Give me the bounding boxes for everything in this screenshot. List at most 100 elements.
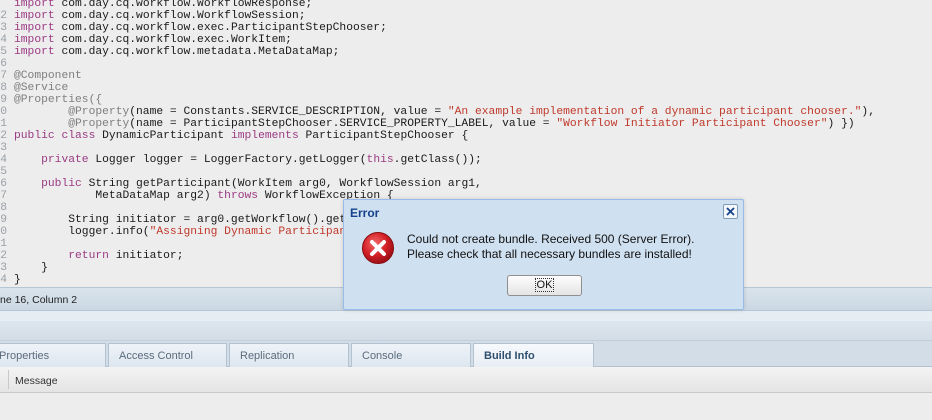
- code-line[interactable]: 0 @Property(name = Constants.SERVICE_DES…: [0, 106, 875, 118]
- code-token: implements: [230, 130, 299, 142]
- code-token: }: [14, 274, 21, 286]
- tab-label: Access Control: [119, 350, 193, 362]
- code-line[interactable]: 3 }: [0, 262, 48, 274]
- code-line[interactable]: 5: [0, 166, 7, 178]
- code-line[interactable]: 4}: [0, 274, 21, 286]
- code-text: return initiator;: [14, 250, 184, 262]
- code-line[interactable]: 4 import com.day.cq.workflow.exec.WorkIte…: [0, 34, 292, 46]
- code-text: @Property(name = Constants.SERVICE_DESCR…: [14, 106, 875, 118]
- code-token: @Service: [14, 82, 69, 94]
- code-token: this: [366, 154, 394, 166]
- line-number: 3: [0, 22, 7, 34]
- column-separator[interactable]: [8, 370, 9, 389]
- code-token: "Workflow Initiator Participant Chooser": [556, 118, 828, 130]
- code-token: DynamicParticipant: [95, 130, 231, 142]
- tab-label: Replication: [240, 350, 295, 362]
- code-line[interactable]: 6: [0, 58, 7, 70]
- tab-console[interactable]: Console: [351, 343, 471, 367]
- line-number: 2: [0, 250, 7, 262]
- code-token: return: [68, 250, 109, 262]
- line-number: 4: [0, 34, 7, 46]
- code-token: @Property: [14, 106, 130, 118]
- code-line[interactable]: 2 import com.day.cq.workflow.WorkflowSess…: [0, 10, 305, 22]
- code-text: import com.day.cq.workflow.WorkflowRespo…: [14, 0, 312, 10]
- code-token: @Properties({: [14, 94, 103, 106]
- code-line[interactable]: 9 @Properties({: [0, 94, 102, 106]
- code-line[interactable]: 3 import com.day.cq.workflow.exec.Partici…: [0, 22, 387, 34]
- code-token: com.day.cq.workflow.WorkflowResponse;: [54, 0, 313, 10]
- line-number: 3: [0, 262, 7, 274]
- code-text: private Logger logger = LoggerFactory.ge…: [14, 154, 482, 166]
- code-token: private: [41, 154, 89, 166]
- code-text: public class DynamicParticipant implemen…: [14, 130, 468, 142]
- cursor-position: ne 16, Column 2: [0, 294, 78, 306]
- code-line[interactable]: 7 @Component: [0, 70, 82, 82]
- line-number: 8: [0, 82, 7, 94]
- ok-button[interactable]: OK: [507, 275, 582, 296]
- code-line[interactable]: import com.day.cq.workflow.WorkflowRespo…: [0, 0, 312, 10]
- line-number: 2: [0, 10, 7, 22]
- code-line[interactable]: 3: [0, 142, 7, 154]
- tab-properties[interactable]: Properties: [0, 343, 106, 367]
- line-number: 6: [0, 58, 7, 70]
- panel-toolbar: [0, 321, 932, 341]
- code-token: ),: [861, 106, 875, 118]
- code-token: import: [14, 10, 55, 22]
- tab-build-info[interactable]: Build Info: [473, 343, 594, 367]
- code-token: com.day.cq.workflow.exec.ParticipantStep…: [54, 22, 387, 34]
- line-number: 4: [0, 154, 7, 166]
- code-token: com.day.cq.workflow.metadata.MetaDataMap…: [54, 46, 340, 58]
- line-number: 7: [0, 190, 7, 202]
- code-line[interactable]: 5 import com.day.cq.workflow.metadata.Met…: [0, 46, 339, 58]
- column-header-message[interactable]: Message: [15, 375, 58, 387]
- line-number: 0: [0, 106, 7, 118]
- code-token: initiator;: [108, 250, 184, 262]
- code-line[interactable]: 9 String initiator = arg0.getWorkflow().…: [0, 214, 427, 226]
- code-line[interactable]: 0 logger.info("Assigning Dynamic Partici…: [0, 226, 468, 238]
- code-token: @Property: [14, 118, 130, 130]
- code-text: import com.day.cq.workflow.exec.WorkItem…: [14, 34, 292, 46]
- line-number: 6: [0, 178, 7, 190]
- code-line[interactable]: 8 @Service: [0, 82, 68, 94]
- code-token: "An example implementation of a dynamic …: [447, 106, 862, 118]
- code-line[interactable]: 7 MetaDataMap arg2) throws WorkflowExcep…: [0, 190, 393, 202]
- code-line[interactable]: 1: [0, 238, 7, 250]
- code-line[interactable]: 6 public String getParticipant(WorkItem …: [0, 178, 482, 190]
- tab-label: Console: [362, 350, 403, 362]
- line-number: 4: [0, 274, 7, 286]
- code-token: @Component: [14, 70, 82, 82]
- close-icon[interactable]: [723, 204, 738, 219]
- code-token: import: [14, 34, 55, 46]
- code-token: MetaDataMap arg2): [14, 190, 218, 202]
- code-text: @Component: [14, 70, 82, 82]
- code-line[interactable]: 4 private Logger logger = LoggerFactory.…: [0, 154, 482, 166]
- line-number: 2: [0, 130, 7, 142]
- code-line[interactable]: 8: [0, 202, 7, 214]
- code-text: public String getParticipant(WorkItem ar…: [14, 178, 482, 190]
- code-token: ) }): [827, 118, 855, 130]
- code-token: logger.info(: [14, 226, 150, 238]
- line-number: 1: [0, 238, 7, 250]
- tab-replication[interactable]: Replication: [229, 343, 349, 367]
- code-token: com.day.cq.workflow.WorkflowSession;: [54, 10, 306, 22]
- code-token: (name = Constants.SERVICE_DESCRIPTION, v…: [129, 106, 448, 118]
- tab-access-control[interactable]: Access Control: [108, 343, 227, 367]
- tab-label: Properties: [0, 350, 50, 362]
- code-token: public: [41, 178, 82, 190]
- grid-body: [0, 393, 932, 420]
- message-line-2: Please check that all necessary bundles …: [407, 247, 692, 261]
- line-number: 0: [0, 226, 7, 238]
- code-line[interactable]: 2 public class DynamicParticipant impleme…: [0, 130, 468, 142]
- code-token: .getClass());: [393, 154, 482, 166]
- line-number: 9: [0, 94, 7, 106]
- line-number: 9: [0, 214, 7, 226]
- code-token: throws: [217, 190, 259, 202]
- panel-divider: [0, 311, 932, 321]
- code-token: import: [14, 46, 55, 58]
- dialog-title: Error: [350, 206, 380, 220]
- code-text: MetaDataMap arg2) throws WorkflowExcepti…: [14, 190, 393, 202]
- code-token: String getParticipant(WorkItem arg0, Wor…: [81, 178, 482, 190]
- code-line[interactable]: 2 return initiator;: [0, 250, 183, 262]
- code-text: }: [14, 262, 48, 274]
- code-line[interactable]: 1 @Property(name = ParticipantStepChoose…: [0, 118, 854, 130]
